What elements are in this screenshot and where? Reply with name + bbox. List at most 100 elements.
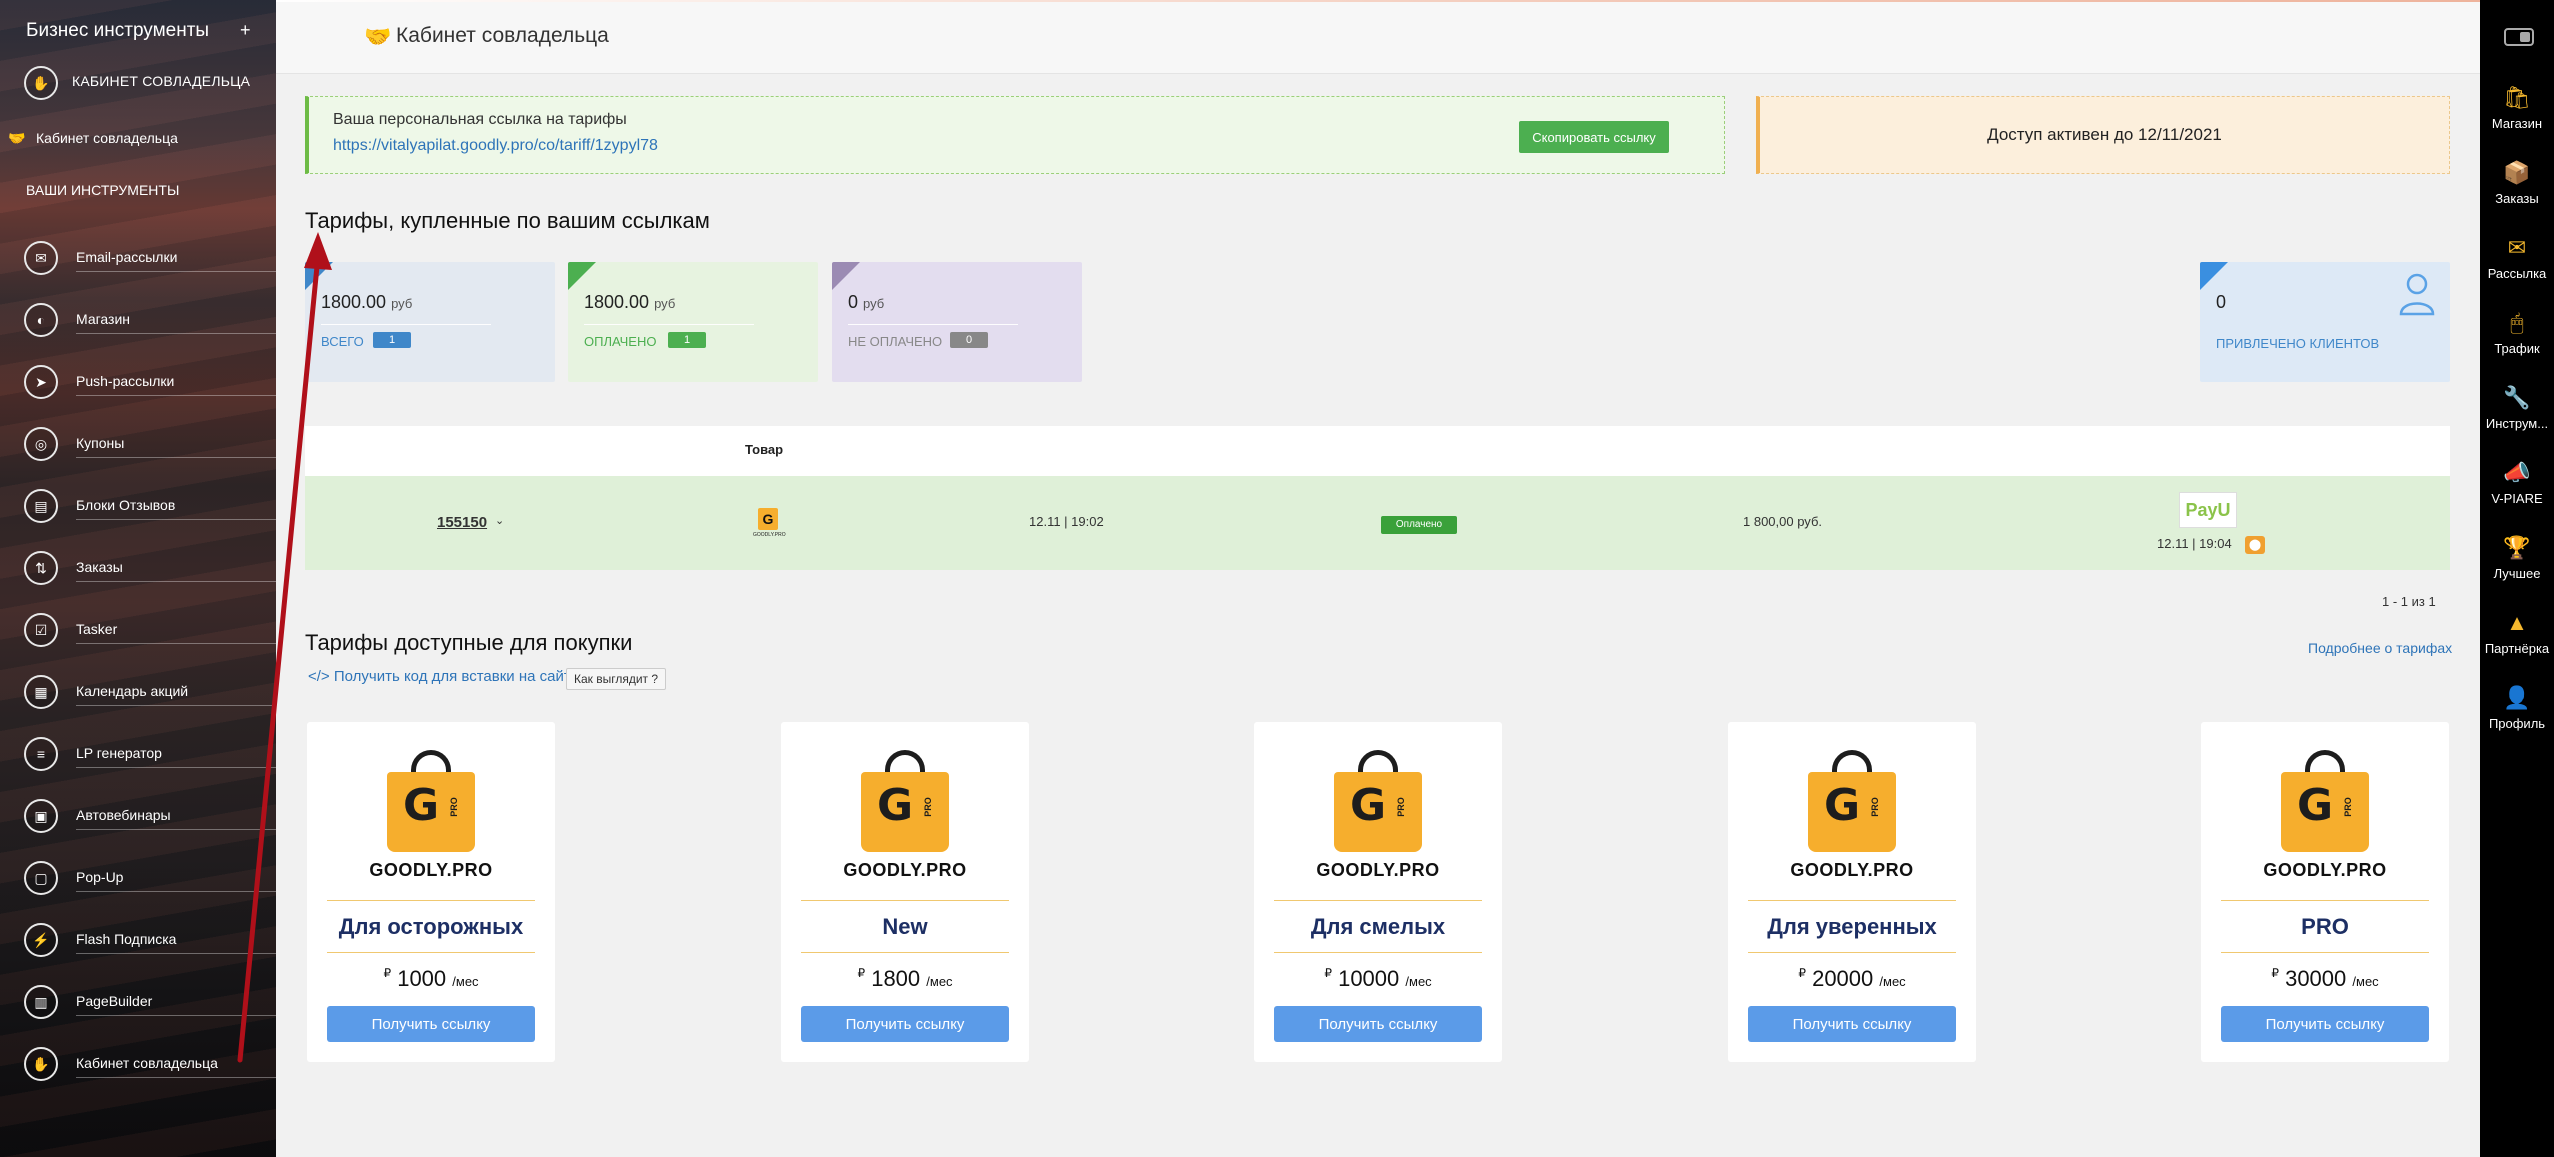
sidebar-section-title: ВАШИ ИНСТРУМЕНТЫ <box>26 182 180 198</box>
sidebar-item[interactable]: ▦ Календарь акций <box>0 675 276 725</box>
get-link-button[interactable]: Получить ссылку <box>327 1006 535 1042</box>
flash-icon: ⚡ <box>24 923 58 957</box>
paper-plane-icon: ➤ <box>24 365 58 399</box>
preview-button[interactable]: Как выглядит ? <box>566 668 666 690</box>
get-link-button[interactable]: Получить ссылку <box>2221 1006 2429 1042</box>
bag-letter: G <box>877 780 914 831</box>
price-period: /мес <box>2352 974 2379 989</box>
tariff-name: Для смелых <box>1310 914 1446 939</box>
sidebar-item-label: Email-рассылки <box>76 249 178 265</box>
divider <box>1274 952 1482 953</box>
handshake-icon: ✋ <box>24 66 58 100</box>
available-section-title: Тарифы доступные для покупки <box>305 630 633 655</box>
sidebar-item-active[interactable]: 🤝 Кабинет совладельца <box>0 128 276 150</box>
sidebar-item[interactable]: ▤ Блоки Отзывов <box>0 489 276 539</box>
rail-item[interactable]: ▲ Партнёрка <box>2480 609 2554 656</box>
rail-item-label: Заказы <box>2495 191 2539 206</box>
sidebar-item[interactable]: ➤ Push-рассылки <box>0 365 276 415</box>
tariff-card: G PRO GOODLY.PRO PRO ₽ 30000 /мес Получить сс… <box>2201 722 2449 1062</box>
rail-item[interactable]: 👤 Профиль <box>2480 684 2554 731</box>
rail-item[interactable]: ✉ Рассылка <box>2480 234 2554 281</box>
sidebar-item-divider <box>76 457 276 458</box>
stat-label: ВСЕГО <box>321 334 364 349</box>
sidebar-item[interactable]: ⚡ Flash Подписка <box>0 923 276 973</box>
rail-item[interactable]: 🔧 Инструм... <box>2480 384 2554 431</box>
divider <box>2221 900 2429 901</box>
rail-item[interactable]: 📣 V-PIARE <box>2480 459 2554 506</box>
sidebar-item[interactable]: ✋ Кабинет совладельца <box>0 1047 276 1097</box>
column-header-product[interactable]: Товар <box>745 442 783 457</box>
megaphone-icon: 📣 <box>2503 460 2531 485</box>
sidebar-item[interactable]: ◐ Магазин <box>0 303 276 353</box>
rail-item-label: Профиль <box>2488 716 2546 731</box>
top-accent-line <box>276 0 2480 2</box>
bag-pro-mark: PRO <box>2342 797 2353 817</box>
get-embed-code-link[interactable]: </> Получить код для вставки на сайт <box>308 668 571 685</box>
tariff-brand: GOODLY.PRO <box>369 860 493 880</box>
get-link-button[interactable]: Получить ссылку <box>1274 1006 1482 1042</box>
clients-count: 0 <box>2216 292 2227 312</box>
access-status-card: Доступ активен до 12/11/2021 <box>1756 96 2450 174</box>
price-value: 10000 <box>1338 966 1400 991</box>
price-value: 1800 <box>871 966 921 991</box>
handshake-icon: 🤝 <box>364 24 392 49</box>
user-icon <box>2399 273 2435 316</box>
personal-link-label: Ваша персональная ссылка на тарифы <box>333 111 627 128</box>
mail-icon: ✉ <box>2507 235 2527 260</box>
table-row[interactable]: 155150 ⌄ G GOODLY.PRO 12.11 | 19:02 Опла… <box>305 476 2450 570</box>
sidebar-item[interactable]: ☑ Tasker <box>0 613 276 663</box>
sidebar-item-divider <box>76 1015 276 1016</box>
rail-item[interactable]: 🖱 Трафик <box>2480 309 2554 356</box>
sidebar-item[interactable]: ◎ Купоны <box>0 427 276 477</box>
sidebar-item[interactable]: ⇅ Заказы <box>0 551 276 601</box>
sidebar-item[interactable]: ▣ Автовебинары <box>0 799 276 849</box>
bag-pro-mark: PRO <box>922 797 933 817</box>
page-root: Бизнес инструменты + ✋ КАБИНЕТ СОВЛАДЕЛЬ… <box>0 0 2554 1157</box>
price-period: /мес <box>1879 974 1906 989</box>
get-link-button[interactable]: Получить ссылку <box>801 1006 1009 1042</box>
sidebar-item[interactable]: ▥ PageBuilder <box>0 985 276 1035</box>
rail-item[interactable]: 🏆 Лучшее <box>2480 534 2554 581</box>
stat-corner <box>832 262 860 290</box>
sidebar-head-label[interactable]: КАБИНЕТ СОВЛАДЕЛЬЦА <box>72 73 250 89</box>
tariffs-details-link[interactable]: Подробнее о тарифах <box>2308 640 2452 656</box>
bag-letter: G <box>1824 780 1861 831</box>
tariff-name: Для уверенных <box>1767 914 1937 939</box>
order-id-link[interactable]: 155150 <box>437 514 487 531</box>
stat-card-unpaid: 0 руб НЕ ОПЛАЧЕНО 0 <box>832 262 1082 382</box>
chevron-down-icon[interactable]: ⌄ <box>495 514 504 527</box>
payment-receipt-icon[interactable]: ⬤ <box>2245 536 2265 554</box>
divider <box>327 952 535 953</box>
sidebar-brand[interactable]: Бизнес инструменты <box>26 20 209 42</box>
toggle-icon[interactable] <box>2504 28 2534 46</box>
sidebar-item[interactable]: ▢ Pop-Up <box>0 861 276 911</box>
copy-link-button[interactable]: Скопировать ссылку <box>1519 121 1669 153</box>
tariff-card: G PRO GOODLY.PRO Для смелых ₽ 10000 /мес Полу… <box>1254 722 1502 1062</box>
stat-divider <box>584 324 754 325</box>
currency-sign: ₽ <box>383 966 392 980</box>
stat-divider <box>848 324 1018 325</box>
price-value: 1000 <box>397 966 447 991</box>
sidebar-item-divider <box>76 581 276 582</box>
sidebar-item-label: Кабинет совладельца <box>76 1055 218 1071</box>
stat-corner <box>568 262 596 290</box>
tariff-brand: GOODLY.PRO <box>1316 860 1440 880</box>
rail-item[interactable]: 🛍 Магазин <box>2480 84 2554 131</box>
product-logo: G GOODLY.PRO <box>753 508 786 538</box>
get-link-button[interactable]: Получить ссылку <box>1748 1006 1956 1042</box>
sidebar-item[interactable]: ≡ LP генератор <box>0 737 276 787</box>
sidebar-item-divider <box>76 395 276 396</box>
sidebar-item-label: PageBuilder <box>76 993 153 1009</box>
price-period: /мес <box>926 974 953 989</box>
bag-icon: ◐ <box>24 303 58 337</box>
price-value: 20000 <box>1812 966 1874 991</box>
sidebar-add-icon[interactable]: + <box>240 20 251 41</box>
sidebar-item[interactable]: ✉ Email-рассылки <box>0 241 276 291</box>
tariff-price: ₽ 20000 /мес <box>1728 966 1976 992</box>
stat-amount: 0 руб <box>848 292 885 312</box>
personal-link-url[interactable]: https://vitalyapilat.goodly.pro/co/tarif… <box>333 137 658 155</box>
webinar-icon: ▣ <box>24 799 58 833</box>
order-amount: 1 800,00 руб. <box>1743 514 1823 529</box>
rail-item[interactable]: 📦 Заказы <box>2480 159 2554 206</box>
best-icon: 🏆 <box>2503 535 2531 560</box>
